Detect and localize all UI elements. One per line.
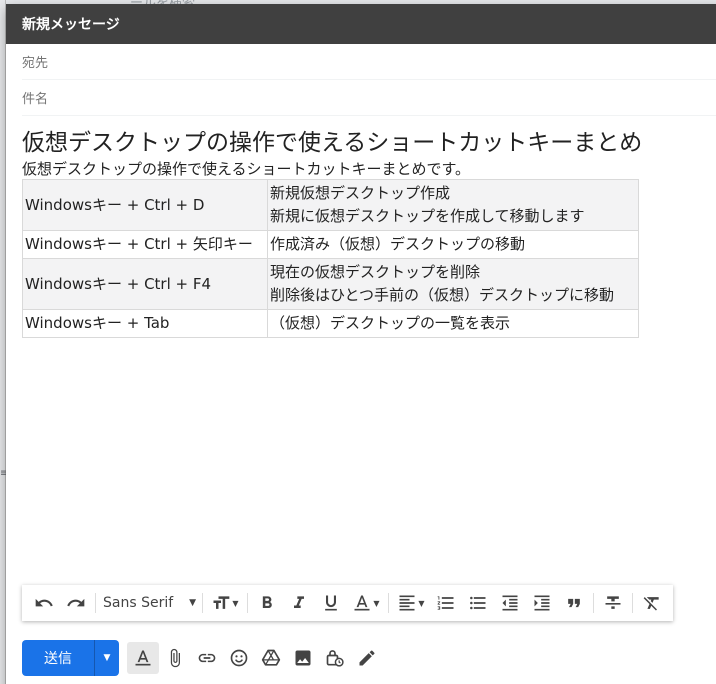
toolbar-divider: [95, 593, 96, 613]
attach-file-icon[interactable]: [159, 642, 191, 674]
shortcut-desc-line: 現在の仮想デスクトップを削除: [270, 263, 481, 281]
insert-link-icon[interactable]: [191, 642, 223, 674]
shortcut-desc-line: 新規に仮想デスクトップを作成して移動します: [270, 207, 585, 225]
indent-less-icon[interactable]: [494, 589, 526, 617]
clear-formatting-icon[interactable]: [636, 589, 668, 617]
bold-icon[interactable]: [251, 589, 283, 617]
insert-photo-icon[interactable]: [287, 642, 319, 674]
send-button-group: 送信 ▼: [22, 640, 119, 676]
italic-icon[interactable]: [283, 589, 315, 617]
confidential-mode-icon[interactable]: [319, 642, 351, 674]
chevron-down-icon: ▼: [189, 598, 197, 608]
font-family-select[interactable]: Sans Serif ▼: [99, 595, 199, 611]
shortcut-desc-cell: 作成済み（仮想）デスクトップの移動: [267, 230, 639, 259]
indent-more-icon[interactable]: [526, 589, 558, 617]
body-title: 仮想デスクトップの操作で使えるショートカットキーまとめ: [22, 130, 643, 156]
toolbar-divider: [593, 593, 594, 613]
shortcut-desc-line: （仮想）デスクトップの一覧を表示: [270, 314, 511, 332]
underline-icon[interactable]: [315, 589, 347, 617]
shortcut-table: Windowsキー + Ctrl + D 新規仮想デスクトップ作成 新規に仮想デ…: [22, 179, 639, 338]
toolbar-divider: [632, 593, 633, 613]
shortcut-key-cell: Windowsキー + Ctrl + F4: [22, 258, 268, 310]
shortcut-desc-line: 新規仮想デスクトップ作成: [270, 184, 451, 202]
shortcut-desc-cell: 新規仮想デスクトップ作成 新規に仮想デスクトップを作成して移動します: [267, 179, 639, 231]
shortcut-key-cell: Windowsキー + Ctrl + 矢印キー: [22, 230, 268, 259]
compose-title: 新規メッセージ: [22, 17, 120, 33]
to-field[interactable]: 宛先: [22, 44, 716, 80]
toolbar-divider: [388, 593, 389, 613]
drive-icon[interactable]: [255, 642, 287, 674]
compose-dialog: 新規メッセージ 宛先 件名 仮想デスクトップの操作で使えるショートカットキーまと…: [6, 4, 716, 684]
shortcut-key-cell: Windowsキー + Ctrl + D: [22, 179, 268, 231]
signature-pen-icon[interactable]: [351, 642, 383, 674]
text-color-icon[interactable]: ▼: [347, 589, 385, 617]
align-icon[interactable]: ▼: [392, 589, 430, 617]
emoji-icon[interactable]: [223, 642, 255, 674]
table-row: Windowsキー + Ctrl + D 新規仮想デスクトップ作成 新規に仮想デ…: [22, 179, 639, 231]
message-body[interactable]: 仮想デスクトップの操作で使えるショートカットキーまとめ 仮想デスクトップの操作で…: [6, 116, 716, 338]
compose-header[interactable]: 新規メッセージ: [6, 4, 716, 44]
toolbar-divider: [247, 593, 248, 613]
subject-field[interactable]: 件名: [22, 80, 716, 116]
table-row: Windowsキー + Ctrl + F4 現在の仮想デスクトップを削除 削除後…: [22, 258, 639, 310]
numbered-list-icon[interactable]: [430, 589, 462, 617]
send-options-chevron-down-icon[interactable]: ▼: [94, 640, 119, 676]
table-row: Windowsキー + Tab （仮想）デスクトップの一覧を表示: [22, 309, 639, 338]
table-row: Windowsキー + Ctrl + 矢印キー 作成済み（仮想）デスクトップの移…: [22, 230, 639, 259]
formatting-options-icon[interactable]: [127, 642, 159, 674]
font-family-value: Sans Serif: [103, 595, 174, 611]
formatting-toolbar: Sans Serif ▼ ▼ ▼ ▼: [22, 585, 673, 621]
shortcut-desc-cell: 現在の仮想デスクトップを削除 削除後はひとつ手前の（仮想）デスクトップに移動: [267, 258, 639, 310]
send-button[interactable]: 送信: [22, 640, 94, 676]
redo-icon[interactable]: [60, 589, 92, 617]
shortcut-desc-cell: （仮想）デスクトップの一覧を表示: [267, 309, 639, 338]
subject-label: 件名: [22, 92, 49, 107]
shortcut-desc-line: 作成済み（仮想）デスクトップの移動: [270, 235, 526, 253]
bulleted-list-icon[interactable]: [462, 589, 494, 617]
bottom-toolbar: 送信 ▼: [22, 640, 383, 676]
shortcut-desc-line: 削除後はひとつ手前の（仮想）デスクトップに移動: [270, 286, 614, 304]
to-label: 宛先: [22, 56, 49, 71]
undo-icon[interactable]: [28, 589, 60, 617]
quote-icon[interactable]: [558, 589, 590, 617]
toolbar-divider: [202, 593, 203, 613]
font-size-icon[interactable]: ▼: [206, 589, 244, 617]
shortcut-key-cell: Windowsキー + Tab: [22, 309, 268, 338]
strikethrough-icon[interactable]: [597, 589, 629, 617]
body-subtitle: 仮想デスクトップの操作で使えるショートカットキーまとめです。: [22, 160, 471, 178]
